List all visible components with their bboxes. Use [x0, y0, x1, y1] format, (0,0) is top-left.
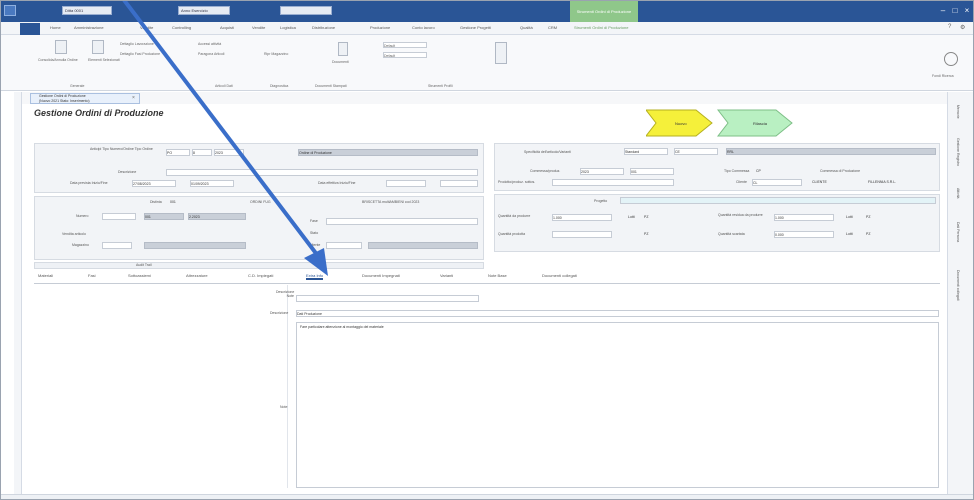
annotation-arrow-shaft: [122, 0, 320, 258]
annotation-arrow: [122, 0, 328, 276]
annotation-arrow-head: [304, 248, 328, 276]
